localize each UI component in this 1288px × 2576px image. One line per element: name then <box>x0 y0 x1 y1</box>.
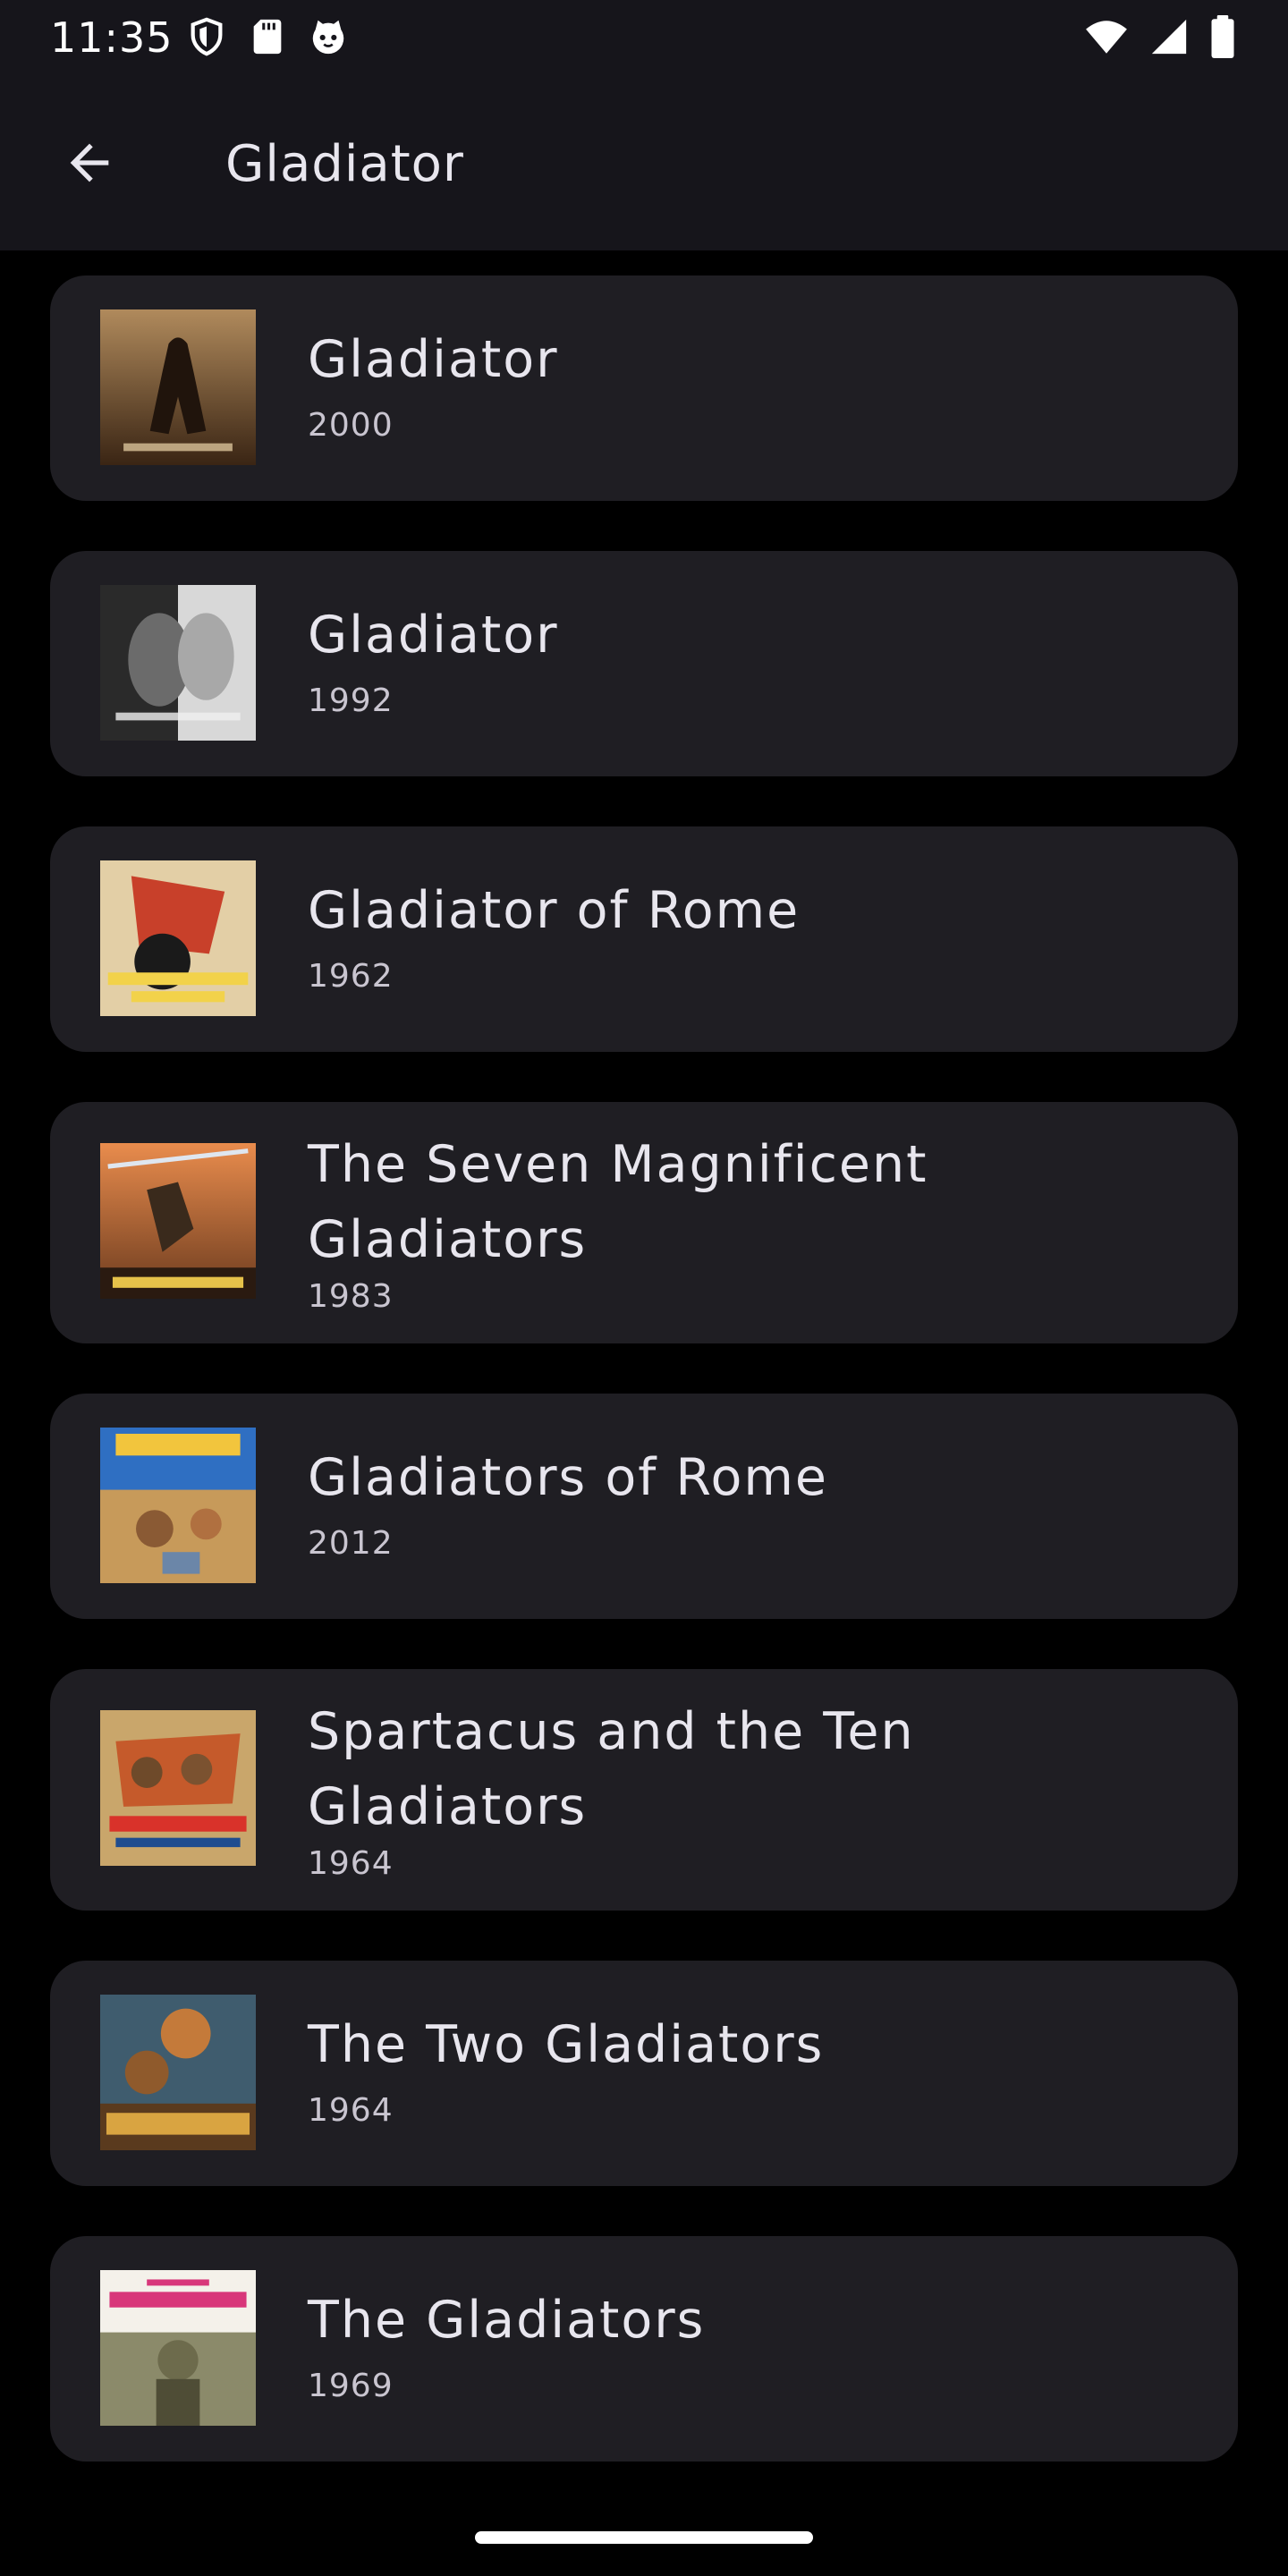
status-icons-right <box>1082 14 1238 59</box>
movie-title: Gladiator of Rome <box>308 881 801 940</box>
battery-icon <box>1208 14 1238 59</box>
poster-image <box>100 1143 256 1299</box>
movie-year: 1964 <box>308 2092 394 2129</box>
movie-card[interactable]: Spartacus and the Ten Gladiators 1964 <box>50 1669 1238 1911</box>
arrow-back-icon <box>70 143 109 182</box>
gesture-navigation-bar[interactable] <box>475 2531 813 2544</box>
movie-card[interactable]: The Two Gladiators 1964 <box>50 1961 1238 2186</box>
movie-card[interactable]: Gladiators of Rome 2012 <box>50 1394 1238 1619</box>
movie-title: Gladiator <box>308 606 559 665</box>
poster-image <box>100 860 256 1016</box>
back-button[interactable] <box>43 116 136 209</box>
movie-card[interactable]: The Gladiators 1969 <box>50 2236 1238 2462</box>
movie-year: 1962 <box>308 958 394 995</box>
movie-card[interactable]: Gladiator of Rome 1962 <box>50 826 1238 1052</box>
movie-card[interactable]: Gladiator 1992 <box>50 551 1238 776</box>
poster-image <box>100 309 256 465</box>
movie-title: The Two Gladiators <box>308 2015 825 2074</box>
poster-image <box>100 2270 256 2426</box>
movie-title: The Seven Magnificent Gladiators <box>308 1135 928 1269</box>
movie-title: The Gladiators <box>308 2291 706 2350</box>
wifi-icon <box>1082 14 1131 59</box>
movie-card[interactable]: Gladiator 2000 <box>50 275 1238 501</box>
movie-year: 1992 <box>308 682 394 719</box>
movie-title: Gladiators of Rome <box>308 1448 828 1507</box>
status-time: 11:35 <box>50 13 174 62</box>
poster-image <box>100 585 256 741</box>
movie-title: Spartacus and the Ten Gladiators <box>308 1702 915 1836</box>
cellular-signal-icon <box>1148 14 1190 59</box>
poster-image <box>100 1710 256 1866</box>
status-bar: 11:35 <box>0 0 1288 75</box>
poster-image <box>100 1428 256 1583</box>
movie-title: Gladiator <box>308 330 559 389</box>
status-icons-left <box>186 14 349 59</box>
movie-year: 1983 <box>308 1278 394 1315</box>
movie-year: 1964 <box>308 1845 394 1882</box>
movie-year: 1969 <box>308 2368 394 2404</box>
movie-year: 2000 <box>308 407 394 444</box>
movie-card[interactable]: The Seven Magnificent Gladiators 1983 <box>50 1102 1238 1343</box>
poster-image <box>100 1995 256 2150</box>
page-title: Gladiator <box>225 135 464 193</box>
app-bar: Gladiator <box>0 75 1288 250</box>
shield-icon <box>186 14 227 59</box>
sd-card-icon <box>247 14 288 59</box>
movie-year: 2012 <box>308 1525 394 1562</box>
cat-face-icon <box>308 14 349 59</box>
